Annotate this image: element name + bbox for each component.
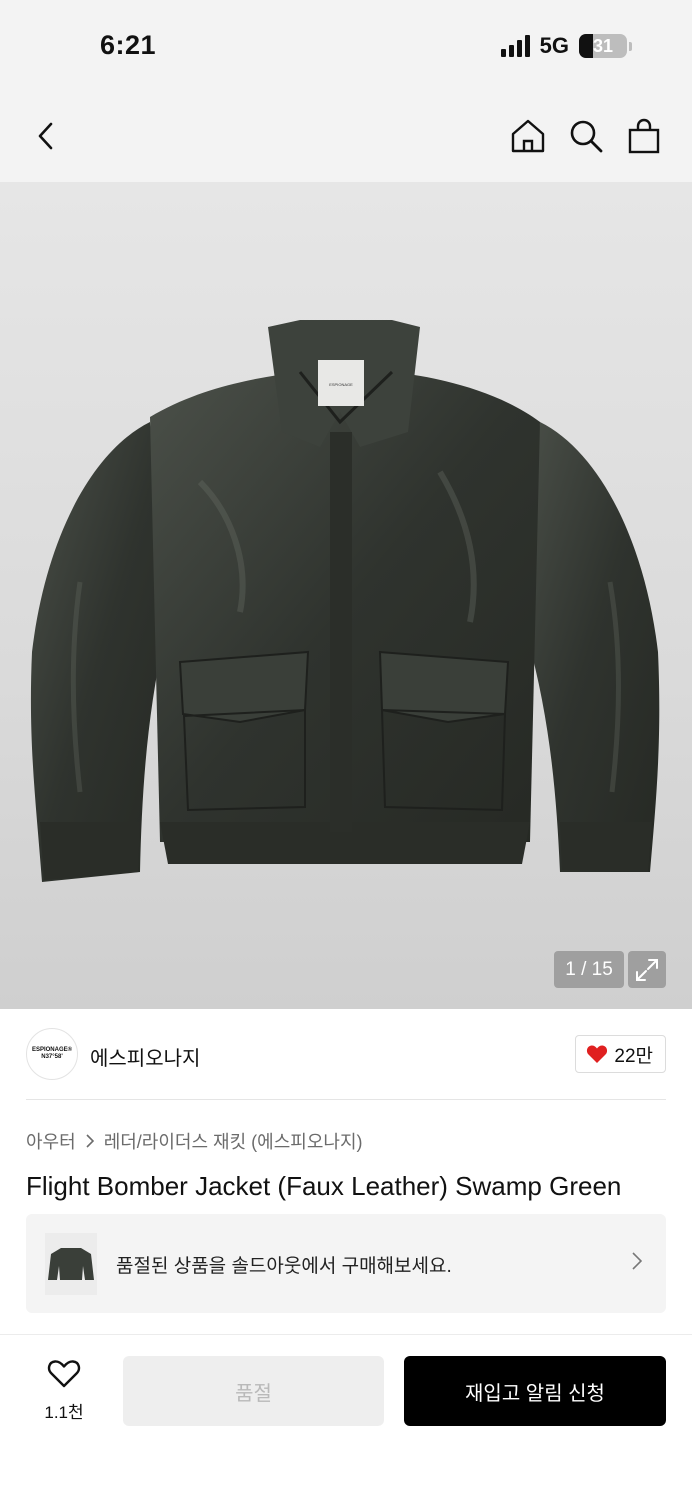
soldout-button: 품절 <box>123 1356 384 1426</box>
brand-like-count: 22만 <box>614 1045 653 1067</box>
heart-outline-icon <box>47 1360 81 1388</box>
brand-like-button[interactable]: 22만 <box>575 1035 666 1073</box>
breadcrumb-category[interactable]: 아우터 <box>26 1128 76 1154</box>
wishlist-count: 1.1천 <box>44 1403 84 1422</box>
soldout-promo-banner[interactable]: 품절된 상품을 솔드아웃에서 구매해보세요. <box>26 1214 666 1313</box>
chevron-right-icon <box>632 1252 643 1275</box>
wishlist-button[interactable]: 1.1천 <box>34 1359 94 1423</box>
svg-text:ESPIONAGE: ESPIONAGE <box>329 382 353 387</box>
brand-logo-subtext: N37°58' <box>41 1054 63 1060</box>
restock-alert-button[interactable]: 재입고 알림 신청 <box>404 1356 666 1426</box>
image-counter: 1 / 15 <box>554 951 624 988</box>
brand-logo[interactable]: ESPIONAGE® N37°58' <box>26 1028 78 1080</box>
divider <box>26 1099 666 1100</box>
promo-text: 품절된 상품을 솔드아웃에서 구매해보세요. <box>116 1256 452 1277</box>
battery-icon: 31 <box>579 34 627 58</box>
product-image[interactable]: ESPIONAGE <box>0 182 692 1009</box>
heart-filled-icon <box>587 1045 608 1063</box>
promo-thumbnail <box>45 1233 97 1295</box>
signal-icon <box>500 35 530 57</box>
jacket-illustration: ESPIONAGE <box>30 320 660 882</box>
breadcrumb-subcategory[interactable]: 레더/라이더스 재킷 (에스피오나지) <box>104 1128 363 1154</box>
bottom-action-bar: 1.1천 품절 재입고 알림 신청 <box>0 1334 692 1500</box>
status-time: 6:21 <box>100 30 157 60</box>
network-type: 5G <box>539 33 569 58</box>
brand-row: ESPIONAGE® N37°58' 에스피오나지 22만 <box>26 1028 666 1080</box>
status-bar: 6:21 5G 31 <box>0 0 692 92</box>
expand-icon[interactable] <box>628 951 666 988</box>
back-chevron-icon[interactable] <box>26 116 66 156</box>
shopping-bag-icon[interactable] <box>624 116 664 156</box>
product-title: Flight Bomber Jacket (Faux Leather) Swam… <box>26 1171 622 1201</box>
home-icon[interactable] <box>508 116 548 156</box>
top-nav-bar <box>0 92 692 182</box>
brand-logo-text: ESPIONAGE® <box>31 1047 73 1053</box>
brand-name[interactable]: 에스피오나지 <box>90 1042 200 1071</box>
chevron-right-icon <box>86 1134 94 1148</box>
status-indicators: 5G 31 <box>500 33 632 59</box>
search-icon[interactable] <box>566 116 606 156</box>
breadcrumb: 아우터 레더/라이더스 재킷 (에스피오나지) <box>26 1128 363 1154</box>
battery-level: 31 <box>592 35 614 56</box>
